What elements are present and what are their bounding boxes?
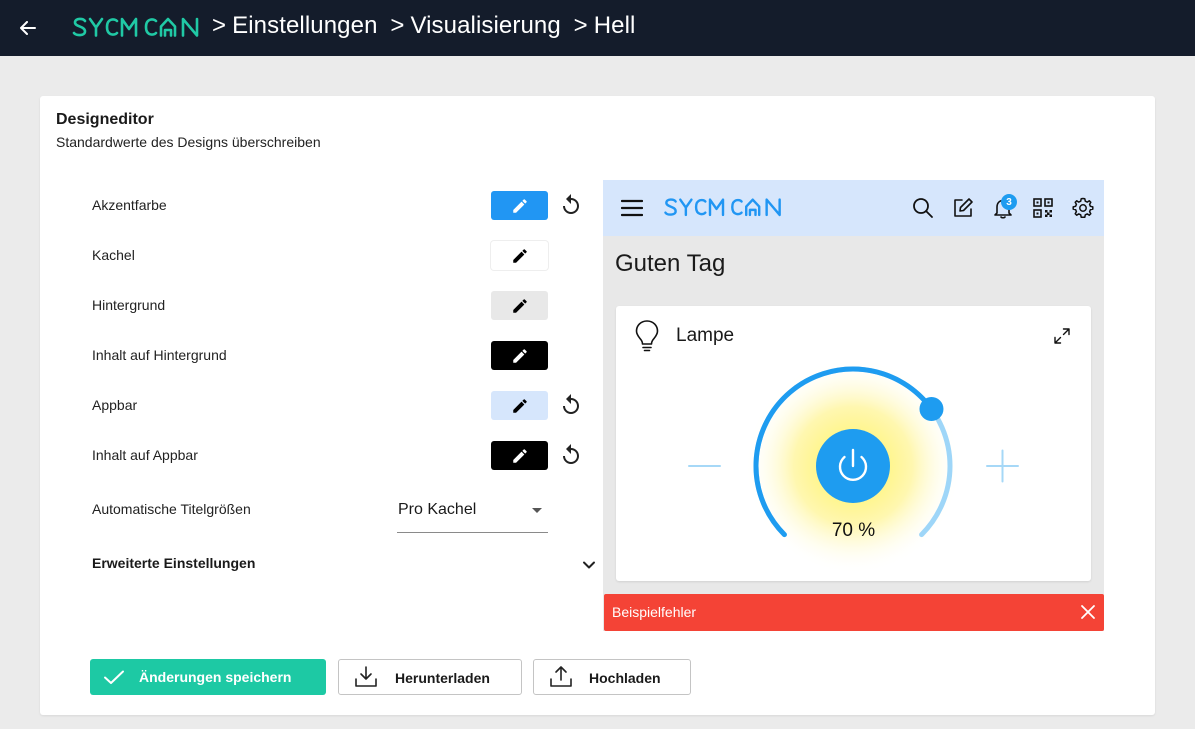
color-swatch-kachel[interactable] [491, 241, 548, 270]
row-label-titelgroessen: Automatische Titelgrößen [92, 501, 251, 517]
menu-icon[interactable] [621, 199, 643, 217]
reset-icon[interactable] [558, 442, 584, 468]
breadcrumb-separator: > [573, 12, 588, 39]
back-arrow-icon[interactable] [17, 17, 39, 39]
breadcrumb: > Einstellungen > Visualisierung > Hell [212, 12, 641, 40]
symcon-logo [72, 14, 200, 42]
select-value: Pro Kachel [398, 501, 477, 518]
download-button[interactable]: Herunterladen [338, 659, 522, 695]
card-title: Designeditor [56, 111, 154, 128]
preview-symcon-logo [664, 198, 781, 217]
design-preview: 3 Guten Tag Lampe 70 % [603, 180, 1104, 631]
caret-down-icon [532, 508, 542, 513]
title-size-select[interactable]: Pro Kachel [397, 496, 548, 533]
color-swatch-appbar[interactable] [491, 391, 548, 420]
color-swatch-akzentfarbe[interactable] [491, 191, 548, 220]
notification-badge: 3 [1001, 194, 1017, 210]
pencil-icon [512, 248, 527, 263]
pencil-icon [512, 198, 527, 213]
row-label-appbar: Appbar [92, 397, 138, 413]
row-label-hintergrund: Hintergrund [92, 297, 166, 313]
preview-tile-lampe[interactable]: Lampe 70 % [616, 306, 1091, 581]
save-changes-label: Änderungen speichern [139, 669, 292, 685]
dimmer-value: 70 % [831, 520, 876, 541]
card-subtitle: Standardwerte des Designs überschreiben [56, 134, 321, 150]
row-label-inhalt-auf-appbar: Inhalt auf Appbar [92, 447, 198, 463]
check-icon [104, 670, 124, 684]
advanced-settings-label: Erweiterte Einstellungen [92, 555, 256, 571]
breadcrumb-item-einstellungen[interactable]: Einstellungen [232, 12, 377, 39]
save-changes-button[interactable]: Änderungen speichern [90, 659, 326, 695]
top-bar: > Einstellungen > Visualisierung > Hell [0, 0, 1195, 56]
breadcrumb-item-hell: Hell [593, 12, 636, 39]
color-swatch-inhalt-auf-appbar[interactable] [491, 441, 548, 470]
preview-appbar: 3 [603, 180, 1104, 236]
edit-icon[interactable] [951, 196, 975, 220]
row-label-akzentfarbe: Akzentfarbe [92, 197, 167, 213]
row-label-kachel: Kachel [92, 247, 135, 263]
dial-knob[interactable] [919, 396, 944, 421]
gear-icon[interactable] [1071, 196, 1095, 220]
row-label-inhalt-auf-hintergrund: Inhalt auf Hintergrund [92, 347, 227, 363]
pencil-icon [512, 398, 527, 413]
color-swatch-inhalt-auf-hintergrund[interactable] [491, 341, 548, 370]
advanced-settings-toggle[interactable]: Erweiterte Einstellungen [92, 555, 595, 575]
upload-label: Hochladen [589, 670, 661, 686]
error-banner: Beispielfehler [604, 594, 1104, 631]
download-label: Herunterladen [395, 670, 490, 686]
pencil-icon [512, 348, 527, 363]
qr-code-icon[interactable] [1031, 196, 1055, 220]
upload-button[interactable]: Hochladen [533, 659, 691, 695]
chevron-down-icon [583, 561, 595, 569]
close-icon[interactable] [1080, 604, 1096, 620]
color-swatch-hintergrund[interactable] [491, 291, 548, 320]
pencil-icon [512, 448, 527, 463]
preview-greeting: Guten Tag [615, 250, 726, 277]
breadcrumb-item-visualisierung[interactable]: Visualisierung [410, 12, 560, 39]
reset-icon[interactable] [558, 392, 584, 418]
error-text: Beispielfehler [612, 604, 697, 620]
search-icon[interactable] [911, 196, 935, 220]
breadcrumb-separator: > [390, 12, 405, 39]
reset-icon[interactable] [558, 192, 584, 218]
upload-icon [550, 666, 572, 687]
download-icon [355, 666, 377, 687]
plus-icon[interactable] [986, 449, 1019, 483]
pencil-icon [512, 298, 527, 313]
breadcrumb-separator: > [212, 12, 227, 39]
